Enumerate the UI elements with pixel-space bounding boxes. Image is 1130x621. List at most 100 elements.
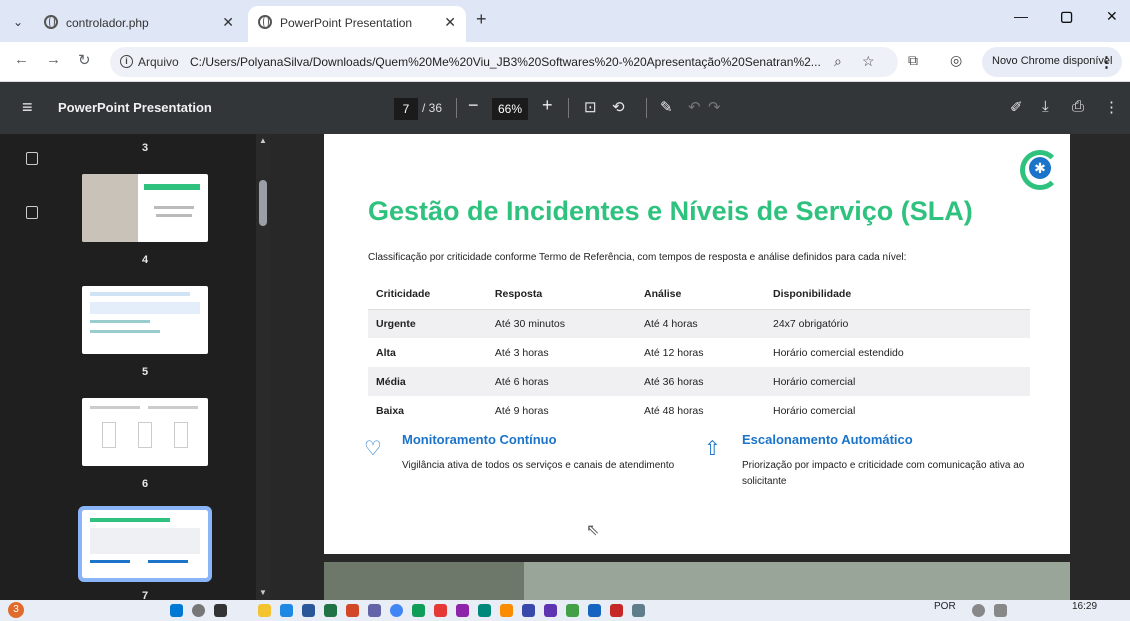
sla-table: Criticidade Resposta Análise Disponibili… xyxy=(368,280,1030,425)
redo-icon[interactable]: ↷ xyxy=(708,98,721,116)
table-row: Média Até 6 horas Até 36 horas Horário c… xyxy=(368,367,1030,396)
thumbnail-text-line xyxy=(90,330,160,333)
card-title: Monitoramento Contínuo xyxy=(402,432,557,447)
close-tab-icon[interactable]: ✕ xyxy=(444,14,456,31)
annotate-icon[interactable]: ✐ xyxy=(1010,98,1023,116)
app-icon[interactable] xyxy=(566,604,579,617)
powerpoint-icon[interactable] xyxy=(346,604,359,617)
app-icon[interactable] xyxy=(632,604,645,617)
file-explorer-icon[interactable] xyxy=(258,604,271,617)
app-icon[interactable] xyxy=(412,604,425,617)
tab-powerpoint[interactable]: PowerPoint Presentation ✕ xyxy=(248,6,466,42)
thumbnail-text-line xyxy=(90,320,150,323)
language-indicator[interactable]: POR xyxy=(934,601,956,612)
profile-icon[interactable]: ◎ xyxy=(950,52,962,69)
zoom-icon[interactable]: ⌕ xyxy=(834,53,842,70)
app-icon[interactable] xyxy=(522,604,535,617)
close-window-button[interactable]: ✕ xyxy=(1106,8,1118,25)
chrome-update-button[interactable]: Novo Chrome disponível ⋮ xyxy=(982,47,1122,77)
app-icon[interactable] xyxy=(478,604,491,617)
new-tab-button[interactable]: + xyxy=(476,9,487,30)
thumbnail-scrollbar[interactable]: ▲ ▼ xyxy=(256,134,270,600)
more-options-icon[interactable]: ⋮ xyxy=(1104,98,1119,116)
sidebar-menu-icon[interactable]: ≡ xyxy=(22,97,33,118)
thumbnail-number: 4 xyxy=(142,254,149,266)
card-text: Priorização por impacto e criticidade co… xyxy=(742,460,1025,487)
table-row: Urgente Até 30 minutos Até 4 horas 24x7 … xyxy=(368,309,1030,338)
app-icon[interactable] xyxy=(434,604,447,617)
page-number-input[interactable]: 7 xyxy=(394,98,418,120)
table-cell: Média xyxy=(368,367,487,396)
pdf-toolbar: ≡ PowerPoint Presentation 7 / 36 − 66% +… xyxy=(0,82,1130,134)
network-icon[interactable] xyxy=(972,604,985,617)
minimize-button[interactable]: — xyxy=(1014,8,1028,24)
page-total: / 36 xyxy=(422,101,443,115)
teams-icon[interactable] xyxy=(368,604,381,617)
undo-icon[interactable]: ↶ xyxy=(688,98,701,116)
slide-page: Gestão de Incidentes e Níveis de Serviço… xyxy=(324,134,1070,554)
restore-button[interactable]: ▢ xyxy=(1060,8,1073,25)
thumbnails-icon[interactable] xyxy=(26,152,38,165)
app-icon[interactable] xyxy=(610,604,623,617)
table-cell: 24x7 obrigatório xyxy=(765,309,1030,338)
app-icon[interactable] xyxy=(500,604,513,617)
table-cell: Até 12 horas xyxy=(643,346,704,359)
word-icon[interactable] xyxy=(302,604,315,617)
thumbnail-box xyxy=(102,422,116,448)
table-cell: Até 9 horas xyxy=(494,404,549,417)
table-cell: Até 4 horas xyxy=(635,309,765,338)
address-bar[interactable]: i Arquivo C:/Users/PolyanaSilva/Download… xyxy=(110,47,898,77)
clock[interactable]: 16:29 xyxy=(1072,601,1097,612)
browser-tab-bar: ⌄ controlador.php ✕ PowerPoint Presentat… xyxy=(0,0,1130,42)
scrollbar-thumb[interactable] xyxy=(259,180,267,226)
start-icon[interactable] xyxy=(170,604,183,617)
task-view-icon[interactable] xyxy=(214,604,227,617)
thumbnail-page-6[interactable] xyxy=(78,506,212,582)
scroll-up-icon[interactable]: ▲ xyxy=(259,136,267,145)
extensions-icon[interactable]: ⧉ xyxy=(908,52,918,69)
zoom-in-button[interactable]: + xyxy=(542,95,553,116)
weather-badge[interactable]: 3 xyxy=(8,602,24,618)
scroll-down-icon[interactable]: ▼ xyxy=(259,588,267,597)
table-cell: Até 3 horas xyxy=(494,346,549,359)
excel-icon[interactable] xyxy=(324,604,337,617)
reload-button[interactable]: ↻ xyxy=(78,51,91,69)
thumbnail-page-3[interactable] xyxy=(82,174,208,242)
fit-page-icon[interactable]: ⊡ xyxy=(584,98,597,116)
search-icon[interactable] xyxy=(192,604,205,617)
zoom-input[interactable]: 66% xyxy=(492,98,528,120)
outline-icon[interactable] xyxy=(26,206,38,219)
tab-title: controlador.php xyxy=(66,16,149,30)
bookmark-star-icon[interactable]: ☆ xyxy=(862,53,875,70)
app-icon[interactable] xyxy=(456,604,469,617)
draw-icon[interactable]: ✎ xyxy=(660,98,673,116)
thumbnail-page-5[interactable] xyxy=(82,398,208,466)
more-menu-icon[interactable]: ⋮ xyxy=(1099,53,1114,71)
info-icon[interactable]: i xyxy=(120,55,133,68)
table-cell: Baixa xyxy=(376,404,405,417)
thumbnail-page-4[interactable] xyxy=(82,286,208,354)
thumbnail-number: 5 xyxy=(142,366,149,378)
app-icon[interactable] xyxy=(544,604,557,617)
back-button[interactable]: ← xyxy=(14,51,29,68)
logo-icon xyxy=(1020,150,1060,190)
close-tab-icon[interactable]: ✕ xyxy=(222,14,234,31)
app-icon[interactable] xyxy=(588,604,601,617)
edge-icon[interactable] xyxy=(280,604,293,617)
chrome-icon[interactable] xyxy=(390,604,403,617)
rotate-icon[interactable]: ⟲ xyxy=(612,98,625,116)
url-text[interactable]: C:/Users/PolyanaSilva/Downloads/Quem%20M… xyxy=(190,55,830,69)
thumbnail-text-line xyxy=(148,406,198,409)
print-icon[interactable]: ⎙ xyxy=(1072,98,1084,115)
tab-controlador[interactable]: controlador.php ✕ xyxy=(34,6,244,42)
volume-icon[interactable] xyxy=(994,604,1007,617)
thumbnail-text-line xyxy=(156,214,192,217)
tab-title: PowerPoint Presentation xyxy=(280,16,413,30)
table-row: Alta Até 3 horas Até 12 horas Horário co… xyxy=(368,338,1030,367)
zoom-out-button[interactable]: − xyxy=(468,95,479,116)
forward-button[interactable]: → xyxy=(46,51,61,68)
card-text: Vigilância ativa de todos os serviços e … xyxy=(402,460,675,471)
divider xyxy=(568,98,569,118)
download-icon[interactable]: ⤓ xyxy=(1042,98,1049,115)
tab-search-icon[interactable]: ⌄ xyxy=(8,12,28,32)
